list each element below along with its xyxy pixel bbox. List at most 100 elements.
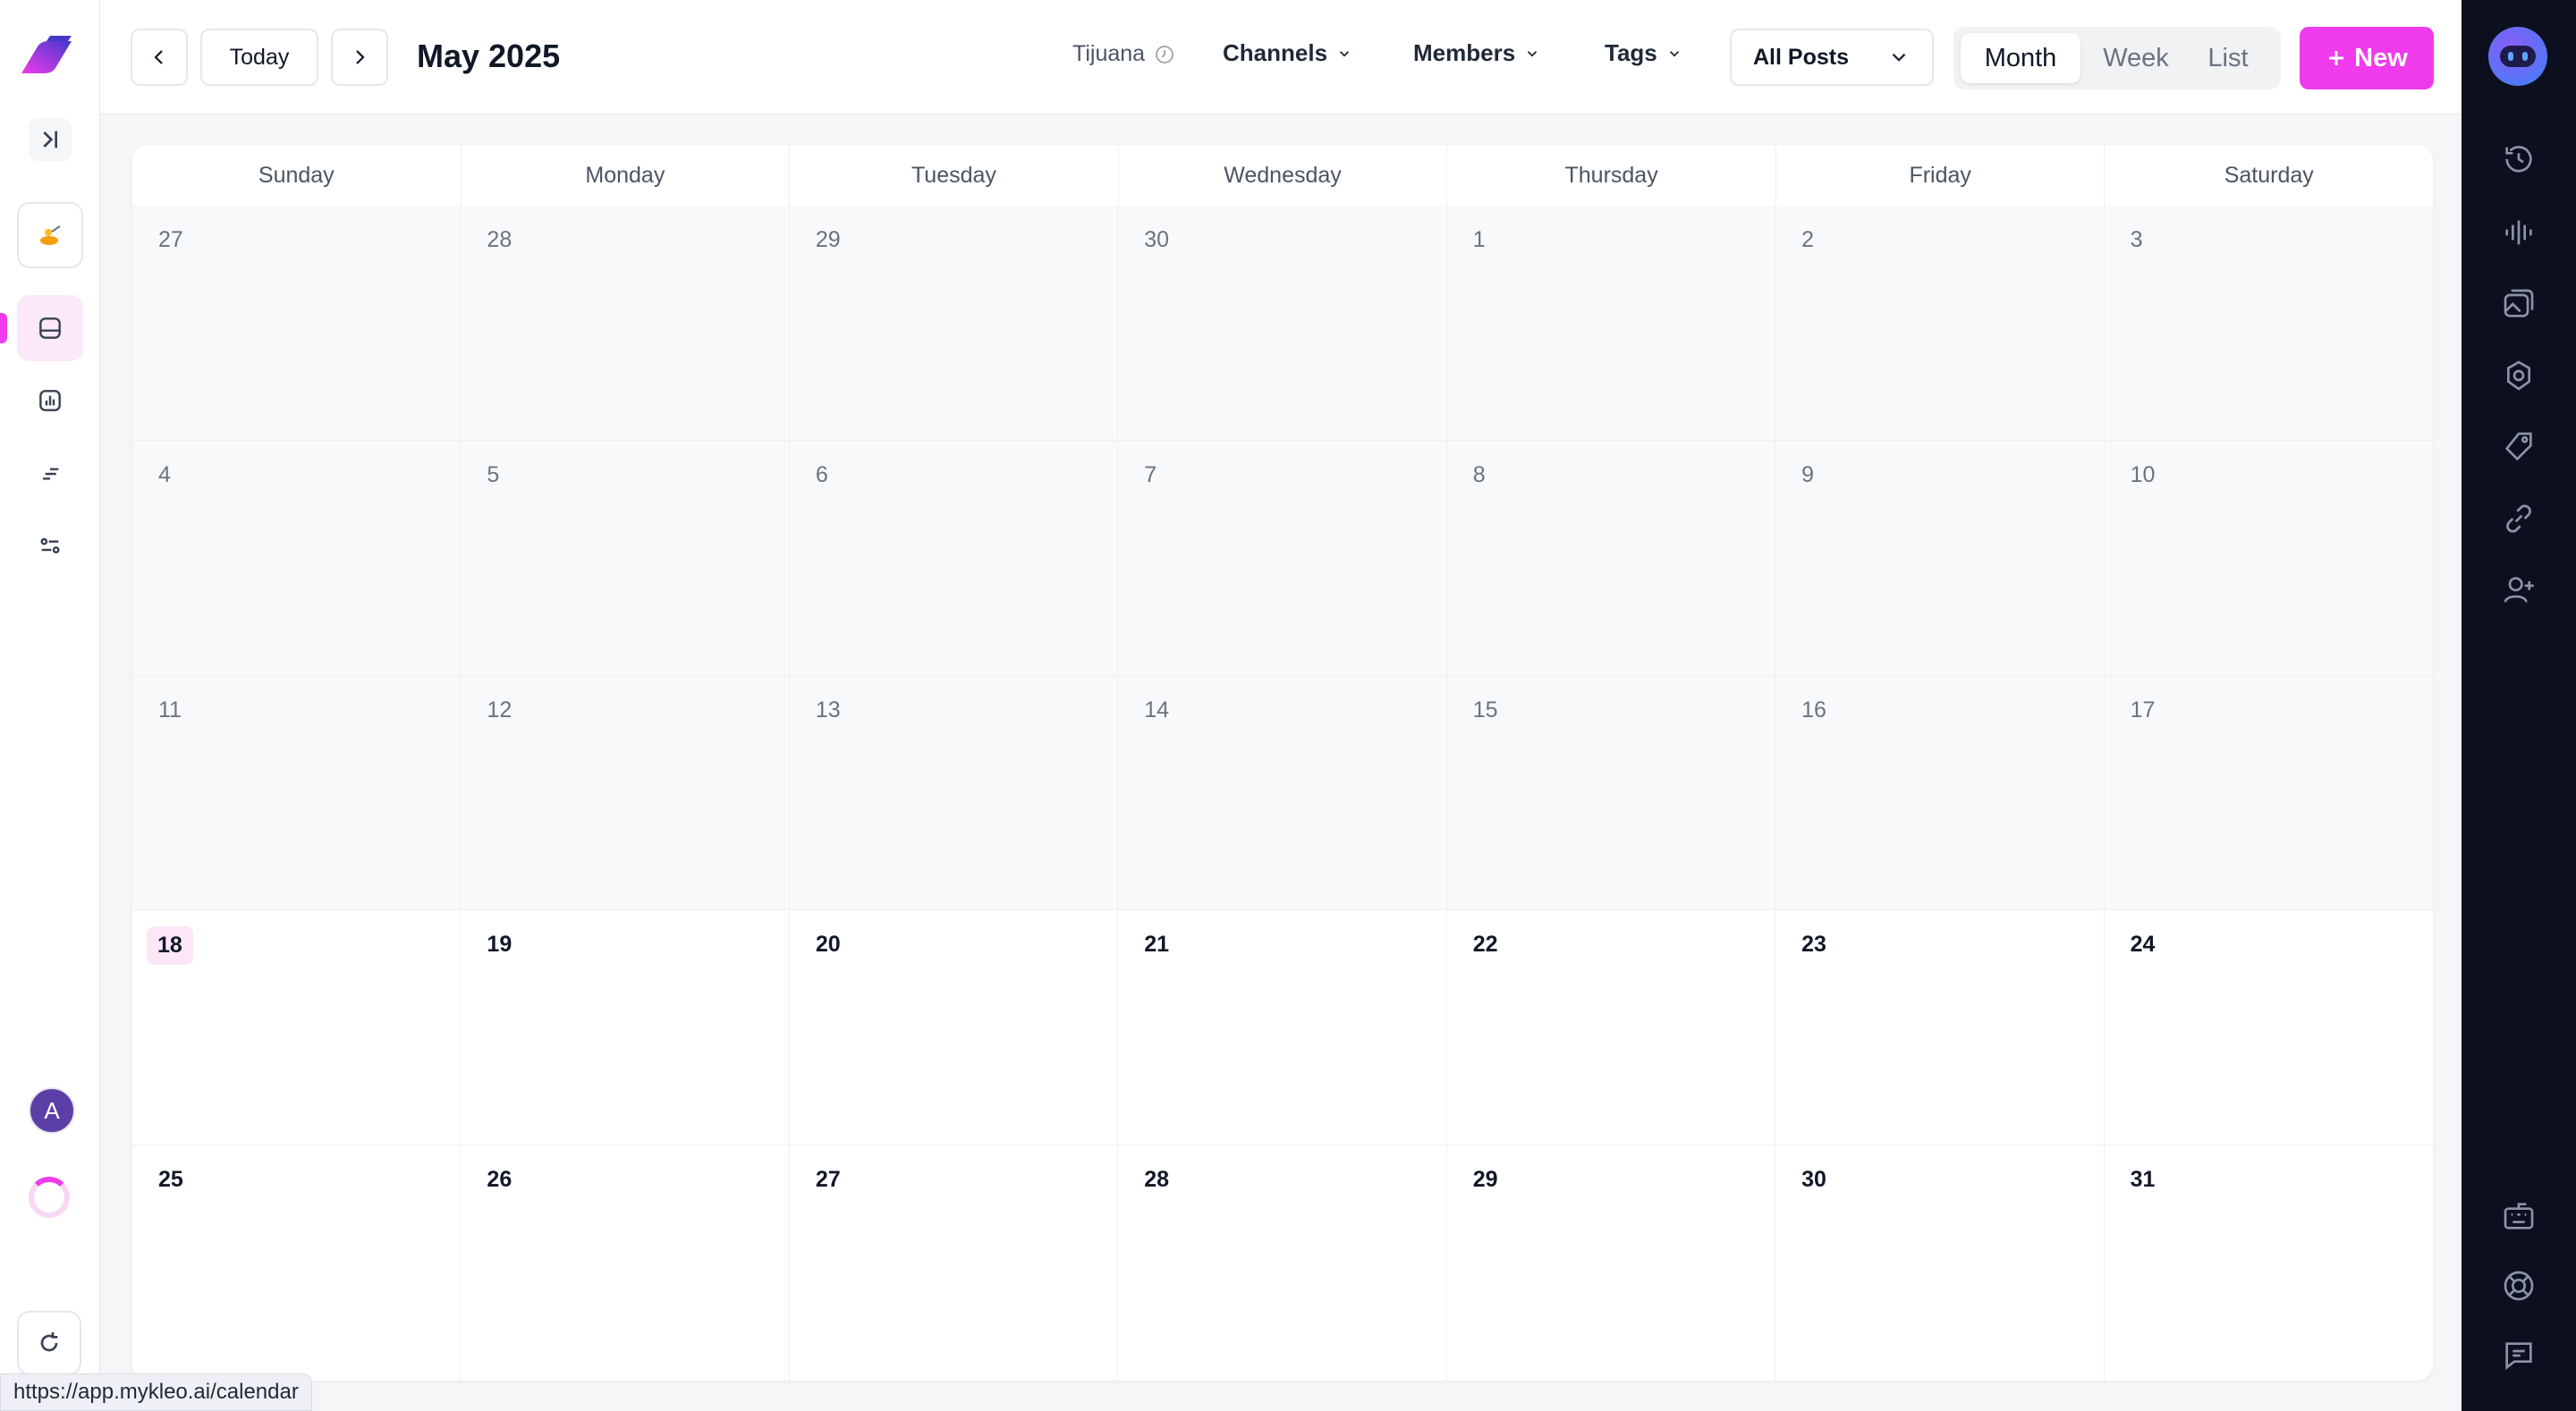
- day-cell[interactable]: 7: [1118, 440, 1447, 676]
- post-type-select[interactable]: All Posts: [1730, 29, 1934, 86]
- day-cell[interactable]: 13: [789, 675, 1119, 911]
- day-cell[interactable]: 31: [2105, 1145, 2433, 1381]
- view-month-tab[interactable]: Month: [1961, 33, 2080, 83]
- day-cell[interactable]: 1: [1446, 206, 1776, 441]
- loading-spinner-icon: [29, 1177, 70, 1218]
- day-cell[interactable]: 8: [1446, 440, 1776, 676]
- day-cell[interactable]: 10: [2104, 440, 2433, 676]
- day-cell[interactable]: 4: [132, 440, 462, 676]
- sidebar-item-analytics[interactable]: [17, 368, 83, 434]
- analytics-icon: [39, 390, 61, 411]
- weekday-label: Sunday: [132, 145, 462, 206]
- app-logo[interactable]: [16, 34, 73, 75]
- timezone-selector[interactable]: Tijuana: [1072, 41, 1175, 67]
- channels-filter[interactable]: Channels: [1223, 39, 1352, 67]
- image-gallery-icon[interactable]: [2501, 286, 2537, 322]
- day-number: 28: [487, 227, 513, 252]
- day-cell[interactable]: 20: [789, 910, 1119, 1146]
- link-icon[interactable]: [2501, 501, 2537, 537]
- day-cell[interactable]: 21: [1118, 910, 1447, 1146]
- new-post-button[interactable]: New: [2300, 27, 2434, 89]
- prev-month-button[interactable]: [131, 29, 188, 86]
- weekday-label: Wednesday: [1119, 145, 1448, 206]
- day-number: 24: [2130, 932, 2156, 958]
- month-calendar: Sunday Monday Tuesday Wednesday Thursday…: [132, 145, 2433, 1381]
- day-cell[interactable]: 15: [1446, 675, 1776, 911]
- day-number: 12: [487, 697, 513, 722]
- day-cell[interactable]: 17: [2104, 675, 2433, 911]
- day-cell[interactable]: 29: [789, 206, 1119, 441]
- day-number: 16: [1801, 697, 1826, 722]
- day-cell[interactable]: 30: [1118, 206, 1447, 441]
- sidebar-item-posts[interactable]: [17, 441, 83, 507]
- plus-icon: [2329, 51, 2344, 65]
- day-cell-today[interactable]: 18: [132, 910, 462, 1146]
- avatar[interactable]: A: [29, 1087, 75, 1134]
- day-cell[interactable]: 22: [1446, 910, 1776, 1146]
- day-cell[interactable]: 30: [1775, 1145, 2105, 1381]
- audio-wave-icon[interactable]: [2501, 215, 2537, 250]
- day-cell[interactable]: 5: [461, 440, 790, 676]
- day-cell[interactable]: 2: [1775, 206, 2105, 441]
- brand-badge-icon[interactable]: [2501, 358, 2537, 393]
- day-cell[interactable]: 23: [1775, 910, 2105, 1146]
- day-number: 10: [2130, 461, 2156, 487]
- day-number: 27: [158, 227, 183, 252]
- members-filter[interactable]: Members: [1413, 39, 1540, 67]
- history-icon[interactable]: [2501, 141, 2537, 177]
- weekday-label: Monday: [462, 145, 791, 206]
- day-cell[interactable]: 25: [132, 1145, 462, 1381]
- day-number: 30: [1801, 1167, 1826, 1193]
- day-number: 4: [158, 461, 171, 487]
- day-cell[interactable]: 28: [461, 206, 790, 441]
- day-number: 7: [1144, 461, 1157, 487]
- add-user-icon[interactable]: [2501, 572, 2537, 608]
- sidebar-item-settings[interactable]: [17, 513, 83, 579]
- help-lifebuoy-icon[interactable]: [2501, 1268, 2537, 1304]
- day-cell[interactable]: 27: [790, 1145, 1119, 1381]
- next-month-button[interactable]: [331, 29, 388, 86]
- day-cell[interactable]: 12: [461, 675, 790, 911]
- keyboard-icon[interactable]: [2501, 1198, 2537, 1234]
- day-cell[interactable]: 19: [461, 910, 790, 1146]
- tags-filter-label: Tags: [1605, 39, 1657, 66]
- chevron-right-icon: [356, 50, 365, 64]
- sidebar-item-calendar[interactable]: [17, 295, 83, 361]
- day-number: 29: [815, 227, 841, 252]
- workspace-icon: [40, 225, 61, 245]
- day-cell[interactable]: 16: [1775, 675, 2105, 911]
- collapse-sidebar-button[interactable]: [29, 118, 72, 161]
- sliders-icon: [40, 537, 60, 553]
- assistant-bot-icon[interactable]: [2488, 27, 2547, 86]
- chat-icon[interactable]: [2501, 1338, 2537, 1373]
- day-cell[interactable]: 3: [2104, 206, 2433, 441]
- list-icon: [43, 468, 59, 480]
- tags-filter[interactable]: Tags: [1605, 39, 1682, 67]
- chevron-down-icon: [1669, 50, 1679, 57]
- today-button[interactable]: Today: [200, 29, 318, 86]
- chevron-down-icon: [1339, 50, 1350, 57]
- day-cell[interactable]: 28: [1118, 1145, 1447, 1381]
- active-indicator: [0, 313, 7, 343]
- day-number: 13: [815, 697, 841, 722]
- refresh-button[interactable]: [17, 1311, 81, 1375]
- day-number: 28: [1144, 1167, 1170, 1193]
- day-cell[interactable]: 24: [2104, 910, 2433, 1146]
- view-week-tab[interactable]: Week: [2089, 33, 2182, 83]
- day-number: 2: [1801, 227, 1815, 252]
- page-title: May 2025: [417, 38, 561, 74]
- day-cell[interactable]: 29: [1447, 1145, 1776, 1381]
- day-cell[interactable]: 26: [461, 1145, 790, 1381]
- day-number: 15: [1472, 697, 1498, 722]
- workspace-button[interactable]: [17, 202, 83, 268]
- day-cell[interactable]: 14: [1118, 675, 1447, 911]
- day-number: 30: [1144, 227, 1170, 252]
- tag-icon[interactable]: [2501, 429, 2537, 465]
- day-cell[interactable]: 9: [1775, 440, 2105, 676]
- day-number: 31: [2130, 1167, 2156, 1193]
- right-tool-bar: [2462, 0, 2576, 1411]
- day-cell[interactable]: 27: [132, 206, 462, 441]
- view-list-tab[interactable]: List: [2188, 33, 2268, 83]
- day-cell[interactable]: 11: [132, 675, 462, 911]
- day-cell[interactable]: 6: [789, 440, 1119, 676]
